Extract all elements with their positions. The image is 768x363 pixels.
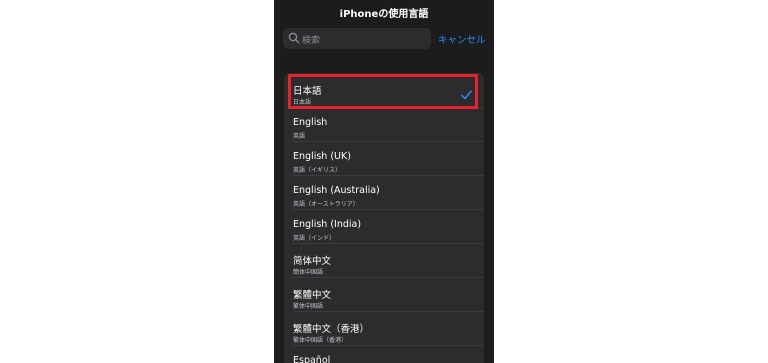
language-row-traditional-chinese[interactable]: 繁體中文 繁体中国語 (284, 277, 484, 311)
language-native-name: 英語（インド） (293, 235, 336, 242)
language-native-name: 日本語 (293, 99, 312, 106)
language-native-name: 英語 (293, 133, 306, 140)
language-row-english-australia[interactable]: English (Australia) 英語（オーストラリア） (284, 175, 484, 209)
checkmark-icon (461, 90, 472, 100)
page-title: iPhoneの使用言語 (339, 9, 429, 20)
language-native-name: 英語（オーストラリア） (293, 201, 359, 208)
language-name: English (India) (293, 219, 362, 230)
language-native-name: 英語（イギリス） (293, 167, 342, 174)
language-row-simplified-chinese[interactable]: 简体中文 簡体中国語 (284, 243, 484, 277)
language-row-english[interactable]: English 英語 (284, 107, 484, 141)
language-native-name: 繁体中国語 (293, 303, 324, 310)
search-icon (288, 32, 300, 44)
language-row-english-uk[interactable]: English (UK) 英語（イギリス） (284, 141, 484, 175)
language-name: 日本語 (293, 86, 322, 97)
language-name: 简体中文 (293, 256, 332, 267)
language-name: 繁體中文 (293, 290, 332, 301)
language-name: English (293, 117, 328, 128)
language-row-traditional-chinese-hk[interactable]: 繁體中文（香港） 繁体中国語（香港） (284, 311, 484, 345)
language-native-name: 繁体中国語（香港） (293, 337, 348, 344)
language-list: 日本語 日本語 English 英語 English (UK) 英語（イギリス）… (284, 73, 484, 363)
language-name: 繁體中文（香港） (293, 324, 370, 335)
language-name: English (UK) (293, 151, 351, 162)
search-input[interactable]: 検索 (283, 28, 431, 49)
language-name: Español (293, 355, 331, 363)
language-settings-screen: iPhoneの使用言語 検索 キャンセル 日本語 日本語 English 英語 … (274, 0, 494, 363)
language-row-spanish[interactable]: Español (284, 345, 484, 363)
cancel-button[interactable]: キャンセル (438, 32, 486, 46)
language-name: English (Australia) (293, 185, 380, 196)
search-placeholder: 検索 (302, 36, 321, 46)
language-row-english-india[interactable]: English (India) 英語（インド） (284, 209, 484, 243)
language-native-name: 簡体中国語 (293, 269, 324, 276)
language-row-japanese[interactable]: 日本語 日本語 (284, 73, 484, 107)
